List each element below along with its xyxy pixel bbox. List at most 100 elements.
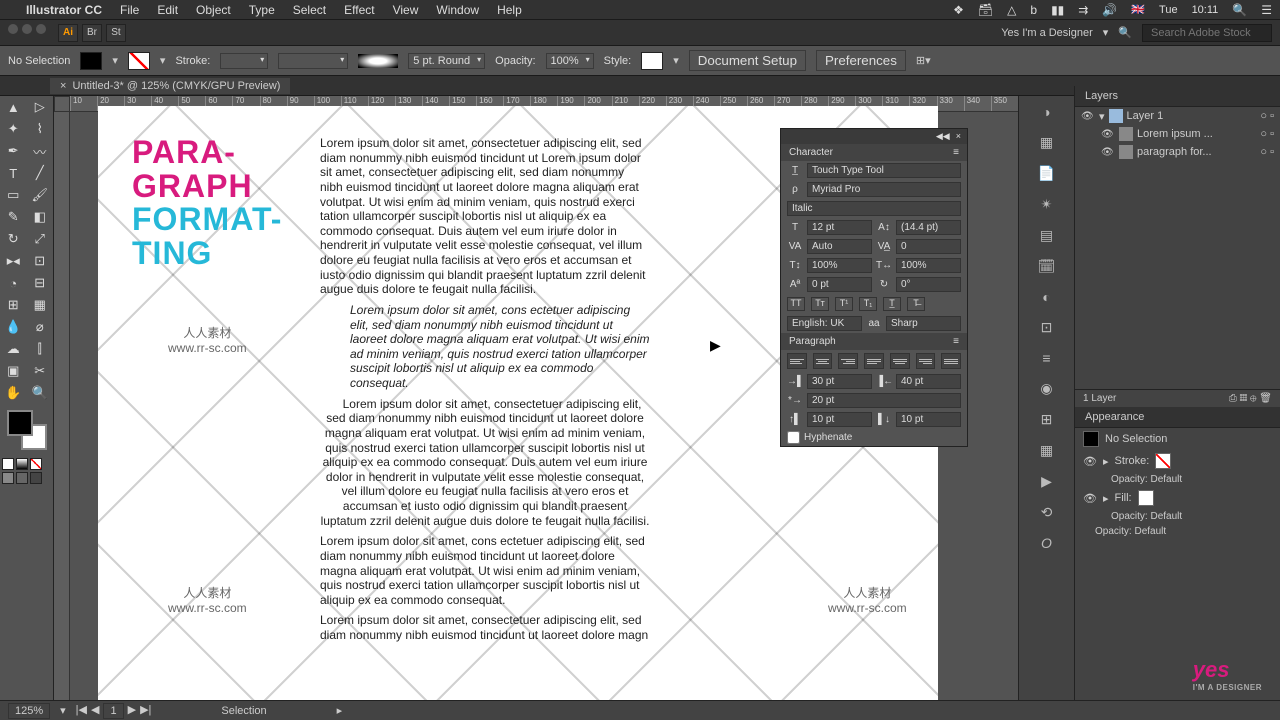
tab-close[interactable]: × bbox=[60, 80, 66, 92]
font-family[interactable]: Myriad Pro bbox=[807, 182, 961, 197]
next-artboard[interactable]: ▶ bbox=[128, 703, 136, 719]
zoom-dd[interactable]: ▾ bbox=[60, 704, 66, 717]
lang-flag[interactable]: 🇬🇧 bbox=[1131, 3, 1145, 16]
tracking[interactable]: 0 bbox=[896, 239, 961, 254]
last-artboard[interactable]: ▶| bbox=[140, 703, 151, 719]
curvature-tool[interactable]: 〰 bbox=[27, 140, 54, 162]
strike-btn[interactable]: T̶ bbox=[907, 297, 925, 311]
para-menu-icon[interactable]: ≡ bbox=[953, 336, 959, 347]
smallcaps-btn[interactable]: Tᴛ bbox=[811, 297, 829, 311]
status-icon[interactable]: ❖ bbox=[953, 3, 964, 17]
menu-help[interactable]: Help bbox=[497, 3, 522, 17]
app-stroke-opacity[interactable]: Opacity: Default bbox=[1075, 472, 1280, 487]
sublayer-1[interactable]: 👁 Lorem ipsum ... ○ ▫ bbox=[1075, 125, 1280, 143]
stroke-swatch[interactable] bbox=[1155, 453, 1171, 469]
actions-panel-icon[interactable]: ▶ bbox=[1041, 473, 1052, 490]
eye-icon[interactable]: 👁 bbox=[1083, 455, 1097, 468]
search-input[interactable] bbox=[1142, 24, 1272, 42]
brushes-panel-icon[interactable]: 📄 bbox=[1038, 165, 1055, 182]
prefs-button[interactable]: Preferences bbox=[816, 50, 906, 71]
wifi-icon[interactable]: ⇉ bbox=[1078, 3, 1088, 17]
app-fill[interactable]: 👁 ▸ Fill: bbox=[1075, 487, 1280, 509]
eye-icon[interactable]: 👁 bbox=[1101, 129, 1115, 140]
panel-menu-icon[interactable]: ≡ bbox=[953, 147, 959, 158]
sublayer-name[interactable]: paragraph for... bbox=[1137, 146, 1212, 158]
align-panel-icon[interactable]: ≡ bbox=[1042, 350, 1050, 366]
selection-tool[interactable]: ▲ bbox=[0, 96, 27, 118]
slice-tool[interactable]: ✂ bbox=[27, 360, 54, 382]
transparency-panel-icon[interactable]: ◐ bbox=[1042, 289, 1050, 305]
gradient-tool[interactable]: ▦ bbox=[27, 294, 54, 316]
color-picker[interactable] bbox=[7, 410, 47, 450]
indent-right[interactable]: 40 pt bbox=[896, 374, 961, 389]
sw-inside[interactable] bbox=[30, 472, 42, 484]
clock-day[interactable]: Tue bbox=[1159, 4, 1178, 16]
eraser-tool[interactable]: ◧ bbox=[27, 206, 54, 228]
document-tab[interactable]: × Untitled-3* @ 125% (CMYK/GPU Preview) bbox=[50, 78, 290, 94]
underline-btn[interactable]: T̲ bbox=[883, 297, 901, 311]
blend-tool[interactable]: ⌀ bbox=[27, 316, 54, 338]
align-right[interactable] bbox=[838, 353, 858, 369]
stroke-weight[interactable] bbox=[220, 53, 268, 69]
pen-tool[interactable]: ✒ bbox=[0, 140, 27, 162]
bridge-icon[interactable]: Br bbox=[82, 24, 102, 42]
css-panel-icon[interactable]: O bbox=[1041, 535, 1052, 551]
antialias[interactable]: Sharp bbox=[886, 316, 961, 331]
indent-first[interactable]: 20 pt bbox=[807, 393, 961, 408]
stroke-swatch[interactable] bbox=[128, 52, 150, 70]
var-width[interactable] bbox=[278, 53, 348, 69]
brush-dd[interactable]: 5 pt. Round bbox=[408, 53, 485, 69]
zoom-tool[interactable]: 🔍 bbox=[27, 382, 54, 404]
align-left[interactable] bbox=[787, 353, 807, 369]
free-transform-tool[interactable]: ⊡ bbox=[27, 250, 54, 272]
character-panel[interactable]: ◀◀× Character≡ T̲Touch Type Tool ρMyriad… bbox=[780, 128, 968, 447]
eye-icon[interactable]: 👁 bbox=[1083, 492, 1097, 505]
account-name[interactable]: Yes I'm a Designer bbox=[1001, 27, 1093, 39]
ruler-vertical[interactable] bbox=[54, 112, 70, 700]
eyedropper-tool[interactable]: 💧 bbox=[0, 316, 27, 338]
body-text-frame[interactable]: Lorem ipsum dolor sit amet, consectetuer… bbox=[320, 136, 650, 649]
app-stroke[interactable]: 👁 ▸ Stroke: bbox=[1075, 450, 1280, 472]
behance-icon[interactable]: b bbox=[1030, 3, 1037, 17]
eye-icon[interactable]: 👁 bbox=[1101, 147, 1115, 158]
hscale[interactable]: 100% bbox=[896, 258, 961, 273]
fill-swatch[interactable] bbox=[1138, 490, 1154, 506]
brush-tool[interactable]: 🖌 bbox=[27, 184, 54, 206]
sw-draw[interactable] bbox=[2, 472, 14, 484]
lasso-tool[interactable]: ⌇ bbox=[27, 118, 54, 140]
sw-nocolor[interactable] bbox=[30, 458, 42, 470]
notification-icon[interactable]: ☰ bbox=[1261, 3, 1272, 17]
justify-all[interactable] bbox=[941, 353, 961, 369]
close-window[interactable] bbox=[8, 24, 18, 34]
sublayer-2[interactable]: 👁 paragraph for... ○ ▫ bbox=[1075, 143, 1280, 161]
font-style[interactable]: Italic bbox=[787, 201, 961, 216]
doc-setup-button[interactable]: Document Setup bbox=[689, 50, 806, 71]
type-tool[interactable]: T bbox=[0, 162, 27, 184]
rectangle-tool[interactable]: ▭ bbox=[0, 184, 27, 206]
fill-swatch[interactable] bbox=[80, 52, 102, 70]
line-tool[interactable]: ╱ bbox=[27, 162, 54, 184]
layer-name[interactable]: Layer 1 bbox=[1127, 110, 1164, 122]
layer-buttons[interactable]: ⎙ ▦ ⊕ 🗑 bbox=[1229, 393, 1272, 404]
hyphenate-check[interactable] bbox=[787, 431, 800, 444]
drive-icon[interactable]: △ bbox=[1007, 3, 1016, 17]
expand-icon[interactable]: ▾ bbox=[1099, 110, 1105, 123]
allcaps-btn[interactable]: TT bbox=[787, 297, 805, 311]
transform-panel-icon[interactable]: ⊡ bbox=[1041, 319, 1053, 336]
panel-dock-icon[interactable]: ◀◀ bbox=[936, 131, 950, 142]
volume-icon[interactable]: 🔊 bbox=[1102, 3, 1117, 17]
app-name[interactable]: Illustrator CC bbox=[26, 3, 102, 17]
align-center[interactable] bbox=[813, 353, 833, 369]
justify-left[interactable] bbox=[864, 353, 884, 369]
eye-icon[interactable]: 👁 bbox=[1081, 111, 1095, 122]
artboard-heading[interactable]: PARA- GRAPH FORMAT- TING bbox=[132, 136, 282, 270]
vscale[interactable]: 100% bbox=[807, 258, 872, 273]
layer-1[interactable]: 👁 ▾ Layer 1 ○ ▫ bbox=[1075, 107, 1280, 125]
dropbox-icon[interactable]: 🗃 bbox=[978, 3, 993, 17]
justify-center[interactable] bbox=[890, 353, 910, 369]
para-title[interactable]: Paragraph bbox=[789, 336, 836, 347]
chevron-down-icon[interactable]: ▾ bbox=[1103, 26, 1109, 39]
prev-artboard[interactable]: ◀ bbox=[91, 703, 99, 719]
fill-dd[interactable]: ▾ bbox=[112, 54, 118, 67]
spotlight-icon[interactable]: 🔍 bbox=[1232, 3, 1247, 17]
